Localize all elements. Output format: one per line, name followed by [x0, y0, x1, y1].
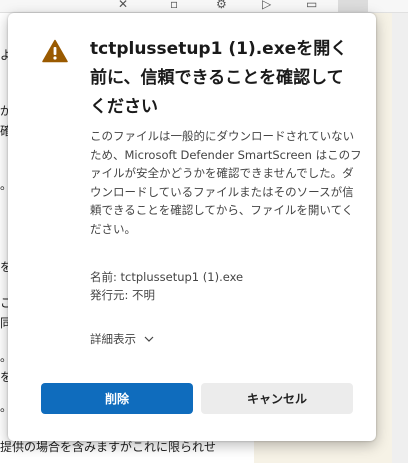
toolbar-icon-3[interactable]: ▷ [262, 0, 271, 10]
dialog-title: tctplussetup1 (1).exeを開く前に、信頼できることを確認してく… [90, 39, 348, 117]
downloads-button[interactable] [338, 0, 368, 12]
toolbar-icon-4[interactable]: ▭ [306, 0, 317, 10]
file-name: 名前: tctplussetup1 (1).exe [90, 270, 244, 284]
show-details-toggle[interactable]: 詳細表示 [90, 331, 156, 347]
show-details-label: 詳細表示 [90, 332, 136, 346]
page-scrollbar[interactable] [392, 13, 408, 463]
cancel-button[interactable]: キャンセル [201, 383, 353, 414]
file-publisher: 発行元: 不明 [90, 288, 156, 302]
smartscreen-dialog: tctplussetup1 (1).exeを開く前に、信頼できることを確認してく… [8, 13, 376, 441]
toolbar-icon-2[interactable]: ⚙ [216, 0, 227, 10]
browser-toolbar: ✕ ▫ ⚙ ▷ ▭ [0, 0, 408, 13]
warning-icon [42, 39, 68, 63]
bg-text: 提供の場合を含みますがこれに限られせ [0, 440, 217, 454]
toolbar-icon-1[interactable]: ▫ [170, 0, 178, 10]
dialog-message: このファイルは一般的にダウンロードされていないため、Microsoft Defe… [90, 129, 362, 236]
delete-button[interactable]: 削除 [41, 383, 193, 414]
tab-close-icon[interactable]: ✕ [118, 0, 128, 10]
chevron-down-icon [144, 336, 154, 342]
